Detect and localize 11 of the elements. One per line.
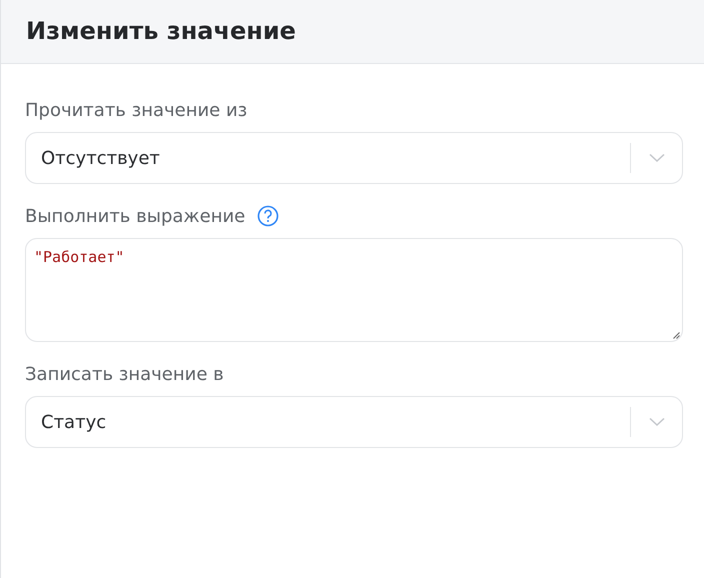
select-field[interactable]: Отсутствует — [25, 132, 683, 184]
field-label: Выполнить выражение — [25, 206, 246, 226]
chevron-icon — [649, 153, 665, 163]
panel-title: Изменить значение — [26, 16, 296, 46]
help-icon[interactable] — [257, 205, 280, 227]
field-label: Записать значение в — [25, 364, 224, 384]
resize-grip-icon[interactable] — [673, 332, 680, 339]
chevron-icon — [649, 417, 665, 427]
select-field[interactable]: Статус — [25, 396, 683, 448]
field-label: Прочитать значение из — [25, 100, 248, 120]
expression-field[interactable]: "Работает" — [25, 238, 683, 342]
